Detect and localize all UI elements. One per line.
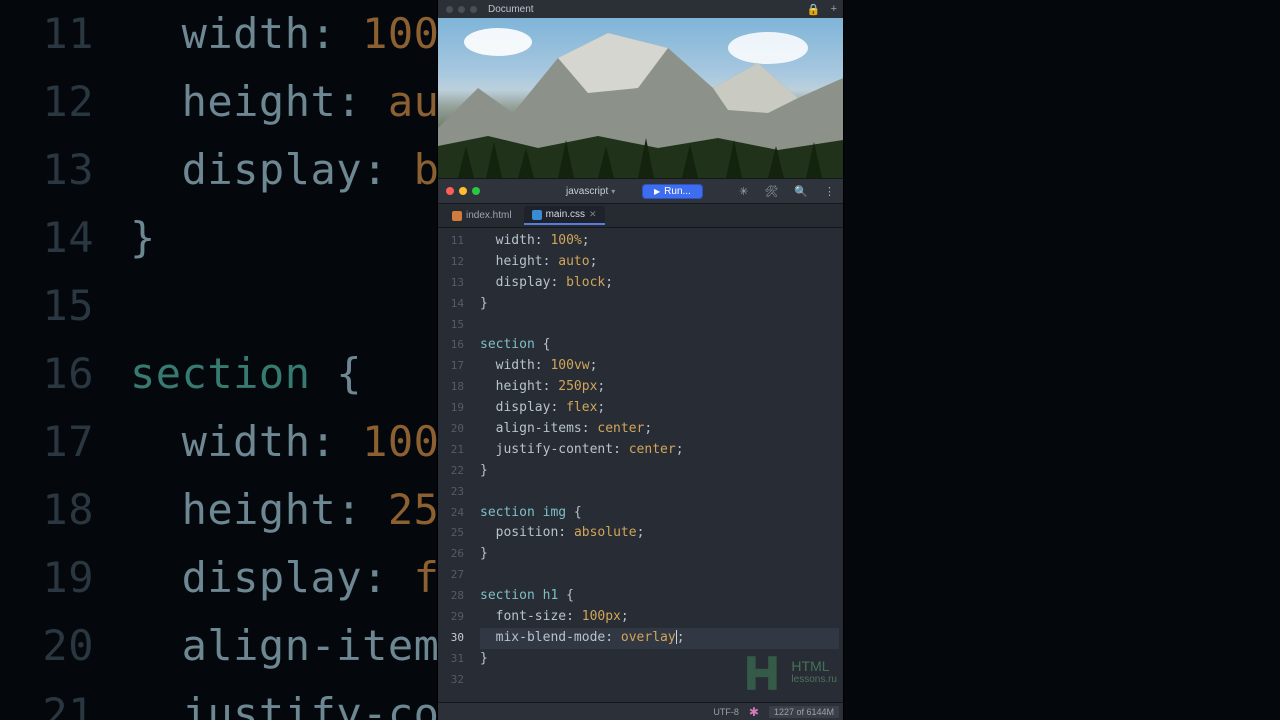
code-line[interactable]: }: [480, 461, 839, 482]
code-line[interactable]: }: [480, 294, 839, 315]
memory-indicator[interactable]: 1227 of 6144M: [769, 706, 839, 718]
tab-strip: index.html main.css ✕: [438, 204, 843, 228]
watermark-title: HTML: [791, 658, 829, 674]
chevron-down-icon: ▾: [611, 187, 615, 196]
code-line[interactable]: height: 250px;: [480, 377, 839, 398]
code-line[interactable]: height: auto;: [480, 252, 839, 273]
code-line[interactable]: [480, 482, 839, 503]
lock-icon: 🔒: [807, 3, 821, 16]
modified-icon: ✱: [749, 705, 759, 719]
tab-main-css[interactable]: main.css ✕: [524, 206, 605, 225]
code-line[interactable]: display: block;: [480, 273, 839, 294]
zoom-icon[interactable]: [472, 187, 480, 195]
ai-icon[interactable]: ✳: [739, 185, 748, 198]
play-icon: ▶: [654, 187, 660, 196]
min-dot-icon[interactable]: [458, 6, 465, 13]
code-line[interactable]: }: [480, 544, 839, 565]
code-line[interactable]: align-items: center;: [480, 419, 839, 440]
browser-titlebar: Document 🔒 +: [438, 0, 843, 18]
close-tab-icon[interactable]: ✕: [589, 209, 597, 220]
status-bar: UTF-8 ✱ 1227 of 6144M: [438, 702, 843, 720]
editor-toolbar: javascript ▾ ▶ Run... ✳ 🛠 🔍 ⋮: [438, 178, 843, 204]
tools-icon[interactable]: 🛠: [764, 185, 778, 198]
code-line[interactable]: section {: [480, 335, 839, 356]
encoding-label[interactable]: UTF-8: [713, 707, 739, 717]
code-line[interactable]: font-size: 100px;: [480, 607, 839, 628]
watermark-sub: lessons.ru: [791, 673, 837, 687]
preview-pane: [438, 18, 843, 178]
run-label: Run...: [664, 186, 691, 197]
language-selector[interactable]: javascript ▾: [566, 186, 615, 197]
tab-index-html[interactable]: index.html: [444, 207, 520, 224]
code-line[interactable]: display: flex;: [480, 398, 839, 419]
code-line[interactable]: section img {: [480, 503, 839, 524]
page-title: Document: [488, 4, 534, 15]
code-line[interactable]: width: 100vw;: [480, 356, 839, 377]
more-icon[interactable]: ⋮: [824, 185, 835, 198]
run-button[interactable]: ▶ Run...: [642, 184, 703, 199]
app-window: Document 🔒 +: [438, 0, 843, 720]
css-file-icon: [532, 210, 542, 220]
line-gutter: 1112131415161718192021222324252627282930…: [438, 231, 470, 691]
close-icon[interactable]: [446, 187, 454, 195]
tab-label: index.html: [466, 210, 512, 221]
code-line[interactable]: section h1 {: [480, 586, 839, 607]
code-line[interactable]: [480, 565, 839, 586]
code-line[interactable]: mix-blend-mode: overlay;: [480, 628, 839, 649]
minimize-icon[interactable]: [459, 187, 467, 195]
tab-label: main.css: [546, 209, 585, 220]
window-controls[interactable]: [438, 6, 477, 13]
watermark: HTML lessons.ru: [743, 652, 837, 694]
new-tab-button[interactable]: +: [831, 3, 837, 16]
close-dot-icon[interactable]: [446, 6, 453, 13]
code-editor[interactable]: 1112131415161718192021222324252627282930…: [438, 228, 843, 702]
code-line[interactable]: justify-content: center;: [480, 440, 839, 461]
html-file-icon: [452, 211, 462, 221]
code-line[interactable]: width: 100%;: [480, 231, 839, 252]
search-icon[interactable]: 🔍: [794, 185, 808, 198]
editor-window-controls[interactable]: [438, 187, 480, 195]
max-dot-icon[interactable]: [470, 6, 477, 13]
code-area[interactable]: width: 100%; height: auto; display: bloc…: [480, 231, 839, 691]
code-line[interactable]: [480, 315, 839, 336]
language-label: javascript: [566, 186, 608, 197]
code-line[interactable]: position: absolute;: [480, 523, 839, 544]
